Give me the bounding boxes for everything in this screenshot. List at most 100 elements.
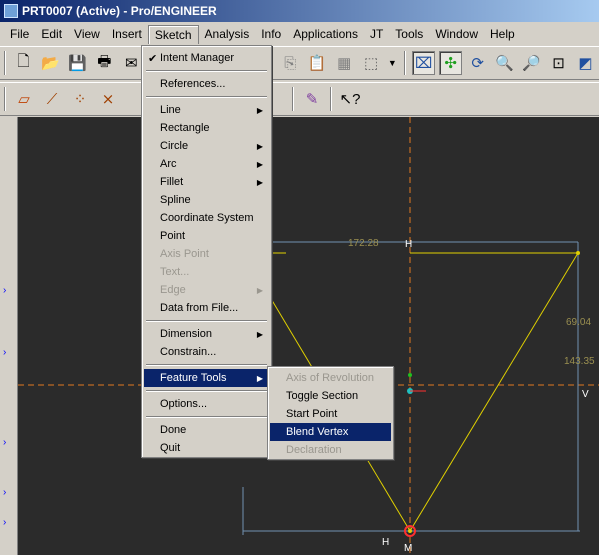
sketch-view-icon[interactable]: ⌧	[412, 51, 436, 75]
menu-item-label: Declaration	[286, 444, 342, 456]
expand-icon[interactable]: ›	[3, 347, 13, 358]
dim-top-label[interactable]: 172.28	[348, 238, 379, 249]
dropdown-arrow-icon[interactable]: ▼	[387, 51, 398, 75]
menu-item-line[interactable]: Line ▶	[144, 101, 269, 119]
menu-separator	[146, 364, 267, 366]
menu-item-label: Circle	[160, 140, 189, 152]
expand-icon[interactable]: ›	[3, 517, 13, 528]
menu-window[interactable]: Window	[429, 25, 484, 43]
menu-item-toggle-section[interactable]: Toggle Section	[270, 387, 391, 405]
menu-item-data-from-file[interactable]: Data from File...	[144, 299, 269, 317]
point-display-icon[interactable]: ⁘	[68, 87, 92, 111]
menu-insert[interactable]: Insert	[106, 25, 148, 43]
vertex-display-icon[interactable]: ✣	[439, 51, 463, 75]
paste-special-icon[interactable]: ▦	[333, 51, 356, 75]
menu-item-label: References...	[160, 78, 226, 90]
menu-item-axis-point[interactable]: Axis Point	[144, 245, 269, 263]
menu-item-label: Constrain...	[160, 346, 217, 358]
menu-item-options[interactable]: Options...	[144, 395, 269, 413]
csys-icon[interactable]: ⨯	[96, 87, 120, 111]
new-file-icon[interactable]: 🗋	[12, 51, 35, 75]
menu-item-dimension[interactable]: Dimension ▶	[144, 325, 269, 343]
menu-applications[interactable]: Applications	[287, 25, 364, 43]
refit-icon[interactable]: ⊡	[547, 51, 570, 75]
menu-item-axis-of-revolution[interactable]: Axis of Revolution	[270, 369, 391, 387]
menu-item-point[interactable]: Point	[144, 227, 269, 245]
vertex-top-right	[576, 251, 580, 255]
open-folder-icon[interactable]: 📂	[39, 51, 62, 75]
sketch-line-right[interactable]	[409, 252, 579, 532]
menu-sketch[interactable]: Sketch	[147, 24, 199, 44]
menu-separator	[146, 390, 267, 392]
menu-item-fillet[interactable]: Fillet ▶	[144, 173, 269, 191]
menu-item-constrain[interactable]: Constrain...	[144, 343, 269, 361]
title-bar: PRT0007 (Active) - Pro/ENGINEER	[0, 0, 599, 22]
submenu-arrow-icon: ▶	[256, 141, 263, 151]
menu-item-blend-vertex[interactable]: Blend Vertex	[270, 423, 391, 441]
email-icon[interactable]: ✉	[120, 51, 143, 75]
h-bottom-label: H	[382, 537, 389, 548]
expand-icon[interactable]: ›	[3, 437, 13, 448]
menu-help[interactable]: Help	[484, 25, 521, 43]
sketch-menu: ✔ Intent Manager References... Line ▶ Re…	[141, 45, 272, 458]
dim-right-upper-label[interactable]: 69.04	[566, 317, 591, 328]
menu-separator	[146, 96, 267, 98]
menu-item-label: Line	[160, 104, 181, 116]
save-icon[interactable]: 💾	[66, 51, 89, 75]
menu-tools[interactable]: Tools	[389, 25, 429, 43]
axis-icon[interactable]: ⟋	[40, 87, 64, 111]
zoom-out-icon[interactable]: 🔎	[520, 51, 543, 75]
window-title: PRT0007 (Active) - Pro/ENGINEER	[22, 4, 217, 18]
plane-icon[interactable]: ▱	[12, 87, 36, 111]
dim-right-lower-label[interactable]: 143.35	[564, 356, 595, 367]
menu-item-start-point[interactable]: Start Point	[270, 405, 391, 423]
graphics-window[interactable]: 172.28 H 69.04 143.35 V H M	[18, 117, 599, 555]
sketch-tool-icon[interactable]: ✎	[300, 87, 324, 111]
menu-item-label: Toggle Section	[286, 390, 359, 402]
submenu-arrow-icon: ▶	[256, 373, 263, 383]
menu-item-label: Coordinate System	[160, 212, 254, 224]
menu-jt[interactable]: JT	[364, 25, 389, 43]
repaint-icon[interactable]: ⟳	[466, 51, 489, 75]
submenu-arrow-icon: ▶	[256, 177, 263, 187]
menu-item-quit[interactable]: Quit	[144, 439, 269, 457]
menu-item-text[interactable]: Text...	[144, 263, 269, 281]
menu-item-spline[interactable]: Spline	[144, 191, 269, 209]
expand-icon[interactable]: ›	[3, 285, 13, 296]
menu-item-declaration[interactable]: Declaration	[270, 441, 391, 459]
menu-item-arc[interactable]: Arc ▶	[144, 155, 269, 173]
menu-item-coordinate-system[interactable]: Coordinate System	[144, 209, 269, 227]
toolbar-separator-2	[292, 87, 294, 111]
menu-item-label: Intent Manager	[160, 52, 234, 64]
copy-icon[interactable]: ⎘	[279, 51, 302, 75]
menu-info[interactable]: Info	[255, 25, 287, 43]
zoom-in-icon[interactable]: 🔍	[493, 51, 516, 75]
menu-item-references[interactable]: References...	[144, 75, 269, 93]
menu-analysis[interactable]: Analysis	[199, 25, 256, 43]
expand-icon[interactable]: ›	[3, 487, 13, 498]
print-icon[interactable]: 🖶	[93, 51, 116, 75]
whats-this-icon[interactable]: ↖?	[338, 87, 362, 111]
menu-item-feature-tools[interactable]: Feature Tools ▶	[144, 369, 269, 387]
menu-item-label: Feature Tools	[160, 372, 227, 384]
menu-view[interactable]: View	[68, 25, 106, 43]
menu-item-label: Options...	[160, 398, 208, 410]
menu-item-done[interactable]: Done	[144, 421, 269, 439]
select-box-icon[interactable]: ⬚	[360, 51, 383, 75]
menu-item-label: Axis Point	[160, 248, 209, 260]
submenu-arrow-icon: ▶	[256, 105, 263, 115]
menu-item-label: Text...	[160, 266, 190, 278]
menu-edit[interactable]: Edit	[35, 25, 68, 43]
left-panel-strip[interactable]: › › › › ›	[0, 117, 18, 555]
m-bottom-label: M	[404, 543, 412, 554]
orient-icon[interactable]: ◩	[574, 51, 597, 75]
paste-icon[interactable]: 📋	[306, 51, 329, 75]
menu-file[interactable]: File	[4, 25, 35, 43]
toolbar-separator	[404, 51, 407, 75]
menu-item-intent-manager[interactable]: ✔ Intent Manager	[144, 49, 269, 67]
menu-item-circle[interactable]: Circle ▶	[144, 137, 269, 155]
menu-item-rectangle[interactable]: Rectangle	[144, 119, 269, 137]
menu-separator	[146, 70, 267, 72]
menu-item-edge[interactable]: Edge ▶	[144, 281, 269, 299]
menu-item-label: Fillet	[160, 176, 184, 188]
